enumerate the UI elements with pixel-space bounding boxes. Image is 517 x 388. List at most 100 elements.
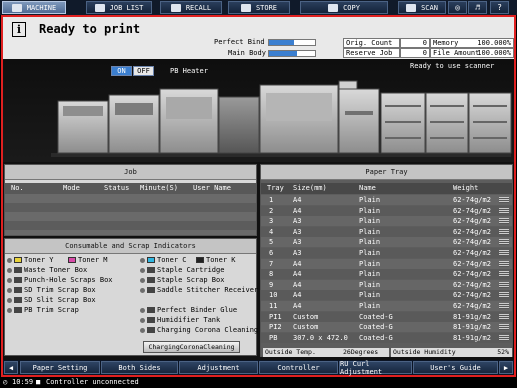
recall-icon: [170, 3, 181, 12]
consumable-staple-cartridge: Staple Cartridge: [140, 266, 224, 274]
job-list-icon: [94, 3, 105, 12]
tray-row[interactable]: PI2 Custom Coated-G 81-91g/m2: [261, 322, 512, 333]
info-icon: i: [12, 22, 26, 37]
tab-job-list[interactable]: JOB LIST: [86, 1, 152, 14]
consumable-toner-m: Toner M: [68, 256, 108, 264]
tab-scan[interactable]: SCAN: [398, 1, 446, 14]
controller-icon: ■: [36, 378, 41, 386]
orig-count-value: 0: [400, 38, 430, 48]
adjustment-button[interactable]: Adjustment: [179, 361, 258, 374]
tray-cell-weight: 62-74g/m2: [453, 206, 491, 215]
tray-cell-size: 307.0 x 472.0: [293, 333, 348, 342]
tray-cell-tray: 11: [269, 302, 278, 310]
tray-cell-name: Coated-G: [359, 323, 393, 332]
tab-copy[interactable]: COPY: [300, 1, 388, 14]
tray-row[interactable]: 9 A4 Plain 62-74g/m2: [261, 279, 512, 290]
ru-curl-adjustment-button[interactable]: RU Curl Adjustment: [339, 360, 412, 376]
scroll-left-icon[interactable]: ◀: [4, 361, 18, 374]
tray-cell-weight: 62-74g/m2: [453, 217, 491, 226]
tab-machine[interactable]: MACHINE: [2, 1, 66, 14]
status-footer: ◴ 10:59 ■ Controller unconnected: [0, 377, 517, 388]
paper-level-icon: [499, 292, 509, 299]
tray-row[interactable]: PI1 Custom Coated-G 81-91g/m2: [261, 311, 512, 322]
tray-cell-weight: 62-74g/m2: [453, 196, 491, 204]
consumable-punch-hole: Punch-Hole Scraps Box: [7, 276, 113, 284]
job-col-user: User Name: [193, 184, 231, 192]
reserve-job-value: 0: [400, 48, 430, 58]
network-icon[interactable]: ◎: [448, 1, 467, 14]
tray-cell-size: A3: [293, 238, 302, 247]
file-amount-cell: File Amount 100.000%: [430, 48, 514, 58]
consumable-humidifier: Humidifier Tank: [140, 316, 220, 324]
tray-cell-name: Plain: [359, 206, 381, 215]
tray-row[interactable]: 1 A4 Plain 62-74g/m2: [261, 195, 512, 205]
tray-col-weight: Weight: [453, 184, 479, 192]
scan-icon: [406, 3, 417, 12]
paper-level-icon: [499, 281, 509, 288]
tray-row[interactable]: 6 A3 Plain 62-74g/m2: [261, 248, 512, 258]
tab-recall[interactable]: RECALL: [160, 1, 222, 14]
punch-hole-icon: [14, 277, 22, 283]
tray-cell-size: A3: [293, 249, 302, 257]
outside-humidity-label: Outside Humidity: [393, 348, 456, 356]
binder-glue-icon: [147, 307, 155, 313]
paper-level-icon: [499, 271, 509, 278]
both-sides-button[interactable]: Both Sides: [101, 361, 178, 374]
humidifier-icon: [147, 317, 155, 323]
tray-cell-tray: PB: [269, 333, 278, 342]
consumable-sd-slit: SD Slit Scrap Box: [7, 296, 96, 304]
machine-illustration: [51, 80, 512, 157]
tray-cell-name: Coated-G: [359, 312, 393, 321]
volume-icon[interactable]: ♬: [468, 1, 487, 14]
consumable-toner-y: Toner Y: [7, 256, 54, 264]
tray-cell-size: A4: [293, 270, 302, 279]
waste-toner-icon: [14, 267, 22, 273]
users-guide-button[interactable]: User's Guide: [413, 361, 498, 374]
consumable-binder-glue: Perfect Binder Glue: [140, 306, 237, 314]
controller-button[interactable]: Controller: [259, 361, 338, 374]
job-list[interactable]: [5, 194, 256, 235]
tray-row[interactable]: PB 307.0 x 472.0 Coated-G 81-91g/m2: [261, 332, 512, 343]
tray-row[interactable]: 5 A3 Plain 62-74g/m2: [261, 237, 512, 248]
tray-cell-weight: 62-74g/m2: [453, 280, 491, 289]
tray-row[interactable]: 4 A3 Plain 62-74g/m2: [261, 226, 512, 237]
paper-level-icon: [499, 260, 509, 267]
tray-cell-weight: 81-91g/m2: [453, 323, 491, 332]
staple-cartridge-icon: [147, 267, 155, 273]
sd-trim-icon: [14, 287, 22, 293]
tray-cell-tray: 7: [269, 259, 274, 268]
tray-cell-weight: 62-74g/m2: [453, 291, 491, 300]
tray-row[interactable]: 10 A4 Plain 62-74g/m2: [261, 290, 512, 301]
file-amount-label: File Amount: [433, 49, 480, 57]
tab-store[interactable]: STORE: [228, 1, 290, 14]
paper-level-icon: [499, 197, 509, 203]
tray-cell-tray: 10: [269, 291, 278, 300]
outside-temp-value: 26Degrees: [343, 348, 379, 356]
consumable-toner-k: Toner K: [196, 256, 236, 264]
saddle-stitcher-icon: [147, 287, 155, 293]
tray-row[interactable]: 3 A3 Plain 62-74g/m2: [261, 216, 512, 227]
perfect-bind-bar: [268, 39, 316, 46]
tray-cell-size: A4: [293, 302, 302, 310]
tray-row[interactable]: 11 A4 Plain 62-74g/m2: [261, 301, 512, 311]
tray-cell-size: Custom: [293, 312, 319, 321]
tray-cell-weight: 62-74g/m2: [453, 238, 491, 247]
tray-cell-size: A3: [293, 217, 302, 226]
paper-setting-button[interactable]: Paper Setting: [20, 361, 100, 374]
tray-row[interactable]: 8 A4 Plain 62-74g/m2: [261, 269, 512, 280]
tray-cell-name: Plain: [359, 196, 381, 204]
help-icon[interactable]: ?: [490, 1, 509, 14]
consumable-sd-trim: SD Trim Scrap Box: [7, 286, 96, 294]
scroll-right-icon[interactable]: ▶: [499, 361, 513, 374]
tray-row[interactable]: 2 A4 Plain 62-74g/m2: [261, 205, 512, 216]
tray-cell-tray: PI2: [269, 323, 282, 332]
clock-icon: ◴: [3, 378, 8, 386]
tray-cell-weight: 62-74g/m2: [453, 259, 491, 268]
outside-humidity-cell: Outside Humidity 52%: [391, 348, 512, 357]
paper-level-icon: [499, 228, 509, 235]
corona-cleaning-icon: [147, 327, 155, 333]
tray-cell-tray: PI1: [269, 312, 282, 321]
charging-corona-cleaning-button[interactable]: ChargingCoronaCleaning: [143, 341, 240, 353]
tray-row[interactable]: 7 A4 Plain 62-74g/m2: [261, 258, 512, 269]
paper-level-icon: [499, 324, 509, 331]
